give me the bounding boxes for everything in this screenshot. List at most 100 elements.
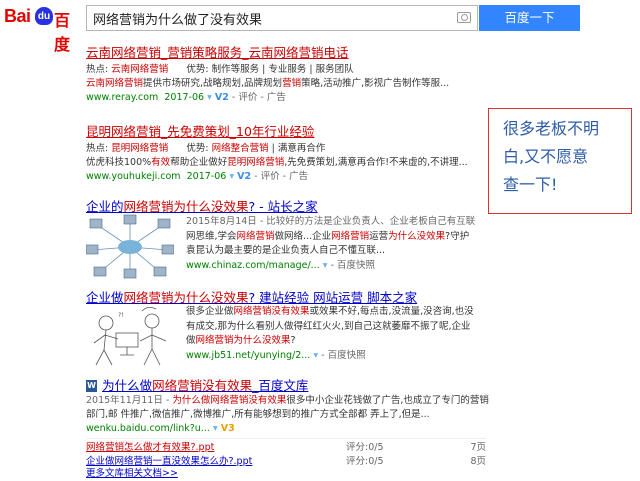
result-url[interactable]: www.reray.com	[86, 92, 158, 103]
chevron-down-icon[interactable]: ▾	[323, 260, 328, 271]
result-eval[interactable]: - 评价 - 广告	[254, 171, 308, 182]
advantage-value: 制作等服务 | 专业服务 | 服务团队	[211, 64, 354, 75]
doc-link[interactable]: 企业做网络营销一直没效果怎么办?.ppt	[86, 456, 252, 467]
snippet-line: 2015年8月14日 - 比较好的方法是企业负责人、企业老板自己有互联	[186, 216, 476, 227]
result-4-body: 很多企业做网络营销没有效果或效果不好,每点击,没流量,没咨询,也没 有成交,那为…	[186, 305, 486, 363]
result-eval[interactable]: - 评价 - 广告	[232, 92, 286, 103]
result-2-snippet: 优虎科技100%有效帮助企业做好昆明网络营销,先免费策划,满意再合作!不来虚的,…	[86, 156, 468, 170]
advantage-label: 优势:	[186, 143, 209, 154]
search-box[interactable]	[86, 5, 478, 31]
annotation-line: 很多老板不明	[503, 119, 600, 138]
result-1-title[interactable]: 云南网络营销_营销策略服务_云南网络营销电话	[86, 45, 349, 60]
snippet-part: 有效	[151, 157, 171, 168]
title-part: 企业做	[86, 290, 124, 305]
snippet-part: 提供市场研究,战略规划,品牌规划	[143, 78, 283, 89]
title-part: 网络营销为什么没效果	[123, 290, 249, 305]
snippet-part: 网络营销	[236, 230, 275, 242]
title-part: 网络营销没有效果	[152, 378, 253, 393]
snippet-line: 网思维,学会网络营销做网络...企业网络营销运营为什么没效果?守护	[186, 230, 486, 245]
snippet-part: 很多中小企业花钱做了广告,也成立了专门的营销	[286, 395, 489, 406]
doc-row[interactable]: 网络营销怎么做才有效果?.ppt 评分:0/5 7页	[86, 439, 486, 453]
result-5-title[interactable]: 为什么做网络营销没有效果_百度文库	[102, 378, 308, 393]
annotation-line: 白,又不愿意	[503, 147, 589, 166]
snippet-part: 做网络...企业	[274, 230, 332, 242]
network-computers-image[interactable]	[86, 214, 174, 280]
result-3: 企业的网络营销为什么没效果? - 站长之家	[86, 196, 318, 215]
result-url[interactable]: www.chinaz.com/manage/...	[186, 260, 320, 271]
title-part: 为什么做	[102, 378, 153, 393]
result-4: 企业做网络营销为什么没效果? 建站经验 网站运营 脚本之家	[86, 287, 417, 306]
cartoon-image[interactable]: ?!	[86, 305, 174, 371]
snippet-part: 昆明网络营销	[227, 157, 285, 168]
top-bar: Bai du 百度 百度一下	[0, 0, 640, 54]
advantage-value: | 满意再合作	[268, 143, 326, 154]
doc-score: 评分:0/5	[346, 456, 384, 467]
result-1: 云南网络营销_营销策略服务_云南网络营销电话 热点: 云南网络营销 优势: 制作…	[86, 42, 449, 105]
snippet-part: 策略,活动推广,影视广告制作等服...	[301, 78, 450, 89]
snippet-part: 网络营销为什么没效果	[195, 335, 291, 346]
paw-icon: du	[35, 7, 53, 25]
word-doc-icon: W	[86, 379, 97, 392]
more-docs-link[interactable]: 更多文库相关文档>>	[86, 467, 486, 481]
snippet-line: 做网络营销为什么没效果?	[186, 334, 486, 349]
result-1-meta: www.reray.com 2017-06 ▾ V2 - 评价 - 广告	[86, 91, 449, 105]
doc-row[interactable]: 企业做网络营销一直没效果怎么办?.ppt 评分:0/5 8页	[86, 453, 486, 467]
svg-text:?!: ?!	[118, 312, 124, 319]
result-2: 昆明网络营销_先免费策划_10年行业经验 热点: 昆明网络营销 优势: 网络整合…	[86, 121, 468, 184]
cache-link[interactable]: - 百度快照	[331, 260, 375, 271]
title-part: 网络营销为什么没效果	[123, 199, 249, 214]
snippet-part: 营销	[282, 78, 302, 89]
baidu-logo[interactable]: Bai du 百度	[4, 6, 82, 54]
annotation-box: 很多老板不明 白,又不愿意 查一下!	[488, 108, 632, 214]
advantage-label: 优势:	[186, 64, 209, 75]
result-3-snippet: 2015年8月14日 - 比较好的方法是企业负责人、企业老板自己有互联 网思维,…	[186, 215, 486, 259]
chevron-down-icon[interactable]: ▾	[207, 92, 212, 103]
doc-score: 评分:0/5	[346, 442, 384, 453]
chevron-down-icon[interactable]: ▾	[229, 171, 234, 182]
chevron-down-icon[interactable]: ▾	[313, 350, 318, 361]
snippet-part: 2015年11月11日 -	[86, 395, 173, 406]
snippet-part: 网络营销	[331, 230, 370, 242]
result-date: 2017-06	[164, 92, 205, 103]
result-url[interactable]: www.jb51.net/yunying/2...	[186, 350, 310, 361]
snippet-part: 网络营销没有效果	[233, 306, 310, 317]
logo-bai: Bai	[4, 6, 31, 26]
result-5-meta: wenku.baidu.com/link?u... ▾ V3	[86, 422, 486, 436]
doc-link[interactable]: 网络营销怎么做才有效果?.ppt	[86, 442, 214, 453]
v-badge-icon[interactable]: V2	[215, 92, 229, 103]
result-2-meta: www.youhukeji.com 2017-06 ▾ V2 - 评价 - 广告	[86, 170, 468, 184]
chevron-down-icon[interactable]: ▾	[213, 423, 218, 434]
result-url[interactable]: www.youhukeji.com	[86, 171, 181, 182]
result-date: 2017-06	[186, 171, 227, 182]
result-3-title[interactable]: 企业的网络营销为什么没效果? - 站长之家	[86, 199, 318, 214]
snippet-part: 或效果不好,每点击,没流量,没咨询,也没	[309, 306, 474, 317]
v-badge-icon[interactable]: V2	[237, 171, 251, 182]
snippet-part: 云南网络营销	[86, 78, 144, 89]
result-1-snippet: 云南网络营销提供市场研究,战略规划,品牌规划营销策略,活动推广,影视广告制作等服…	[86, 77, 449, 91]
doc-pages: 7页	[470, 442, 486, 453]
snippet-part: 运营	[369, 230, 389, 242]
result-2-title[interactable]: 昆明网络营销_先免费策划_10年行业经验	[86, 124, 314, 139]
result-3-body: 2015年8月14日 - 比较好的方法是企业负责人、企业老板自己有互联 网思维,…	[186, 215, 486, 273]
annotation-line: 查一下!	[503, 175, 558, 194]
snippet-part: ,先免费策划,满意再合作!不来虚的,不讲理...	[284, 157, 468, 168]
doc-list: 网络营销怎么做才有效果?.ppt 评分:0/5 7页 企业做网络营销一直没效果怎…	[86, 439, 486, 467]
hotspot-value[interactable]: 昆明网络营销	[111, 143, 168, 154]
snippet-part: ?守护	[445, 230, 470, 242]
camera-icon[interactable]	[457, 12, 471, 23]
title-part: ? - 站长之家	[248, 199, 318, 214]
result-url[interactable]: wenku.baidu.com/link?u...	[86, 423, 210, 434]
search-input[interactable]	[93, 10, 443, 26]
result-4-meta: www.jb51.net/yunying/2... ▾ - 百度快照	[186, 349, 486, 363]
result-4-title[interactable]: 企业做网络营销为什么没效果? 建站经验 网站运营 脚本之家	[86, 290, 417, 305]
snippet-part: 做	[186, 335, 196, 346]
search-button[interactable]: 百度一下	[479, 5, 580, 31]
result-2-hotspot: 热点: 昆明网络营销 优势: 网络整合营销 | 满意再合作	[86, 142, 468, 156]
v-badge-icon[interactable]: V3	[221, 423, 235, 434]
doc-pages: 8页	[470, 456, 486, 467]
cache-link[interactable]: - 百度快照	[321, 350, 365, 361]
snippet-part: 很多企业做	[186, 306, 234, 317]
snippet-line: 袁昆认为最主要的是企业负责人自己不懂互联...	[186, 245, 386, 256]
hotspot-value[interactable]: 云南网络营销	[111, 64, 168, 75]
snippet-part: 为什么没效果	[388, 230, 446, 242]
